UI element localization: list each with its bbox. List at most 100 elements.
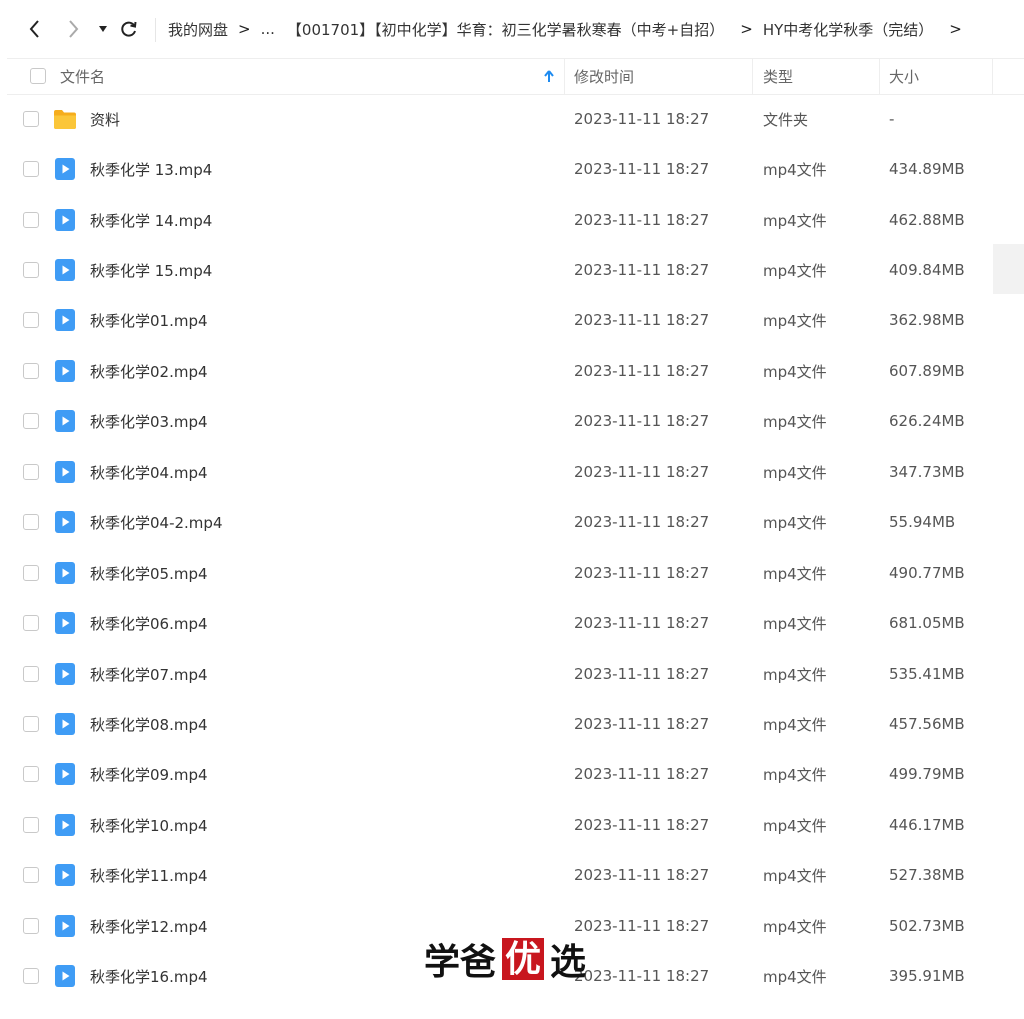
file-name[interactable]: 秋季化学06.mp4 <box>90 598 208 648</box>
column-divider <box>752 59 753 94</box>
file-name[interactable]: 秋季化学11.mp4 <box>90 850 208 900</box>
breadcrumb-more-arrow[interactable]: > <box>949 20 962 38</box>
breadcrumb-item-root[interactable]: 我的网盘 <box>168 19 228 40</box>
file-size: 626.24MB <box>889 412 965 430</box>
file-row[interactable]: 秋季化学05.mp4 2023-11-11 18:27 mp4文件 490.77… <box>7 548 1024 598</box>
row-checkbox[interactable] <box>23 766 39 782</box>
file-modified-time: 2023-11-11 18:27 <box>574 261 710 279</box>
column-header-type[interactable]: 类型 <box>763 59 793 94</box>
video-file-icon <box>55 915 75 937</box>
column-header-name[interactable]: 文件名 <box>60 59 105 94</box>
history-dropdown-button[interactable] <box>90 16 116 42</box>
file-name[interactable]: 秋季化学01.mp4 <box>90 295 208 345</box>
row-checkbox[interactable] <box>23 413 39 429</box>
file-type: mp4文件 <box>763 362 827 381</box>
sort-ascending-arrow-icon[interactable] <box>544 59 554 94</box>
select-all-checkbox[interactable] <box>30 68 46 84</box>
row-checkbox[interactable] <box>23 565 39 581</box>
chevron-left-icon <box>29 20 39 38</box>
row-checkbox[interactable] <box>23 464 39 480</box>
file-name[interactable]: 资料 <box>90 94 120 144</box>
file-type: mp4文件 <box>763 917 827 936</box>
file-modified-time: 2023-11-11 18:27 <box>574 311 710 329</box>
file-name[interactable]: 秋季化学09.mp4 <box>90 749 208 799</box>
file-name[interactable]: 秋季化学05.mp4 <box>90 548 208 598</box>
file-size: 681.05MB <box>889 614 965 632</box>
file-type: mp4文件 <box>763 160 827 179</box>
file-row[interactable]: 秋季化学09.mp4 2023-11-11 18:27 mp4文件 499.79… <box>7 749 1024 799</box>
row-checkbox[interactable] <box>23 262 39 278</box>
file-name[interactable]: 秋季化学10.mp4 <box>90 800 208 850</box>
back-button[interactable] <box>22 16 48 42</box>
row-checkbox[interactable] <box>23 666 39 682</box>
row-checkbox[interactable] <box>23 918 39 934</box>
file-size: 535.41MB <box>889 665 965 683</box>
refresh-button[interactable] <box>116 16 142 42</box>
breadcrumb-separator: > <box>238 20 251 38</box>
file-name[interactable]: 秋季化学02.mp4 <box>90 346 208 396</box>
file-row[interactable]: 秋季化学 13.mp4 2023-11-11 18:27 mp4文件 434.8… <box>7 144 1024 194</box>
breadcrumb-item-ellipsis[interactable]: ... <box>261 20 275 38</box>
file-name[interactable]: 秋季化学 15.mp4 <box>90 245 212 295</box>
file-modified-time: 2023-11-11 18:27 <box>574 110 710 128</box>
scrollbar-thumb[interactable] <box>993 244 1024 294</box>
forward-button[interactable] <box>60 16 86 42</box>
video-file-icon <box>55 965 75 987</box>
row-checkbox[interactable] <box>23 867 39 883</box>
file-row-folder[interactable]: 资料 2023-11-11 18:27 文件夹 - <box>7 94 1024 144</box>
row-checkbox[interactable] <box>23 111 39 127</box>
video-file-icon <box>55 612 75 634</box>
file-name[interactable]: 秋季化学16.mp4 <box>90 951 208 1001</box>
file-row[interactable]: 秋季化学08.mp4 2023-11-11 18:27 mp4文件 457.56… <box>7 699 1024 749</box>
row-checkbox[interactable] <box>23 716 39 732</box>
file-name[interactable]: 秋季化学 14.mp4 <box>90 195 212 245</box>
file-row[interactable]: 秋季化学03.mp4 2023-11-11 18:27 mp4文件 626.24… <box>7 396 1024 446</box>
row-checkbox[interactable] <box>23 363 39 379</box>
file-row[interactable]: 秋季化学10.mp4 2023-11-11 18:27 mp4文件 446.17… <box>7 800 1024 850</box>
file-name[interactable]: 秋季化学 13.mp4 <box>90 144 212 194</box>
breadcrumb-item-current[interactable]: HY中考化学秋季（完结） <box>763 19 933 40</box>
file-name[interactable]: 秋季化学12.mp4 <box>90 901 208 951</box>
file-size: 446.17MB <box>889 816 965 834</box>
row-checkbox[interactable] <box>23 968 39 984</box>
column-header-modified[interactable]: 修改时间 <box>574 59 634 94</box>
file-row[interactable]: 秋季化学11.mp4 2023-11-11 18:27 mp4文件 527.38… <box>7 850 1024 900</box>
row-checkbox[interactable] <box>23 817 39 833</box>
column-header-size[interactable]: 大小 <box>889 59 919 94</box>
video-file-icon <box>55 410 75 432</box>
file-row[interactable]: 秋季化学07.mp4 2023-11-11 18:27 mp4文件 535.41… <box>7 649 1024 699</box>
file-row[interactable]: 秋季化学06.mp4 2023-11-11 18:27 mp4文件 681.05… <box>7 598 1024 648</box>
row-checkbox[interactable] <box>23 212 39 228</box>
watermark-logo: 学爸 优 选 <box>424 936 586 983</box>
file-size: 499.79MB <box>889 765 965 783</box>
column-divider <box>879 59 880 94</box>
video-file-icon <box>55 511 75 533</box>
file-row[interactable]: 秋季化学 14.mp4 2023-11-11 18:27 mp4文件 462.8… <box>7 195 1024 245</box>
video-file-icon <box>55 461 75 483</box>
file-name[interactable]: 秋季化学04-2.mp4 <box>90 497 223 547</box>
chevron-right-icon <box>69 20 79 38</box>
row-checkbox[interactable] <box>23 312 39 328</box>
file-name[interactable]: 秋季化学07.mp4 <box>90 649 208 699</box>
breadcrumb-item-parent[interactable]: 【001701】【初中化学】华育：初三化学暑秋寒春（中考+自招） <box>287 19 724 40</box>
folder-icon <box>54 110 76 129</box>
file-row[interactable]: 秋季化学 15.mp4 2023-11-11 18:27 mp4文件 409.8… <box>7 245 1024 295</box>
file-name[interactable]: 秋季化学03.mp4 <box>90 396 208 446</box>
file-row[interactable]: 秋季化学04.mp4 2023-11-11 18:27 mp4文件 347.73… <box>7 447 1024 497</box>
file-row[interactable]: 秋季化学01.mp4 2023-11-11 18:27 mp4文件 362.98… <box>7 295 1024 345</box>
file-modified-time: 2023-11-11 18:27 <box>574 160 710 178</box>
video-file-icon <box>55 562 75 584</box>
file-name[interactable]: 秋季化学04.mp4 <box>90 447 208 497</box>
video-file-icon <box>55 360 75 382</box>
row-checkbox[interactable] <box>23 615 39 631</box>
video-file-icon <box>55 864 75 886</box>
video-file-icon <box>55 663 75 685</box>
file-list-header: 文件名 修改时间 类型 大小 <box>7 58 1024 95</box>
file-size: 434.89MB <box>889 160 965 178</box>
row-checkbox[interactable] <box>23 161 39 177</box>
file-name[interactable]: 秋季化学08.mp4 <box>90 699 208 749</box>
row-checkbox[interactable] <box>23 514 39 530</box>
file-row[interactable]: 秋季化学04-2.mp4 2023-11-11 18:27 mp4文件 55.9… <box>7 497 1024 547</box>
watermark-text: 学爸 <box>424 941 497 983</box>
file-row[interactable]: 秋季化学02.mp4 2023-11-11 18:27 mp4文件 607.89… <box>7 346 1024 396</box>
